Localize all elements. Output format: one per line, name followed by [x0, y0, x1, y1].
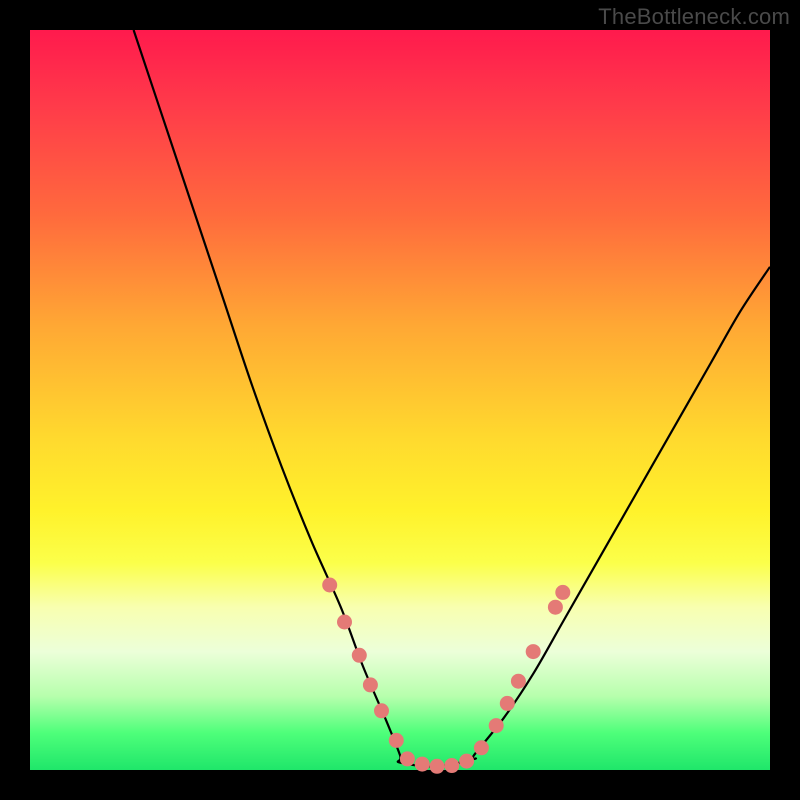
- data-marker: [511, 674, 526, 689]
- data-marker: [500, 696, 515, 711]
- data-marker: [444, 758, 459, 773]
- data-marker: [400, 751, 415, 766]
- bottleneck-curve: [134, 30, 770, 766]
- data-marker: [415, 757, 430, 772]
- data-marker: [459, 754, 474, 769]
- chart-svg: [30, 30, 770, 770]
- data-marker: [548, 600, 563, 615]
- data-marker: [363, 677, 378, 692]
- data-marker: [352, 648, 367, 663]
- curve-path: [134, 30, 770, 766]
- data-marker: [526, 644, 541, 659]
- data-marker: [474, 740, 489, 755]
- watermark-text: TheBottleneck.com: [598, 4, 790, 30]
- data-marker: [555, 585, 570, 600]
- data-marker: [374, 703, 389, 718]
- data-marker: [489, 718, 504, 733]
- data-marker: [322, 578, 337, 593]
- data-marker: [389, 733, 404, 748]
- data-marker: [430, 759, 445, 774]
- chart-frame: TheBottleneck.com: [0, 0, 800, 800]
- data-marker: [337, 615, 352, 630]
